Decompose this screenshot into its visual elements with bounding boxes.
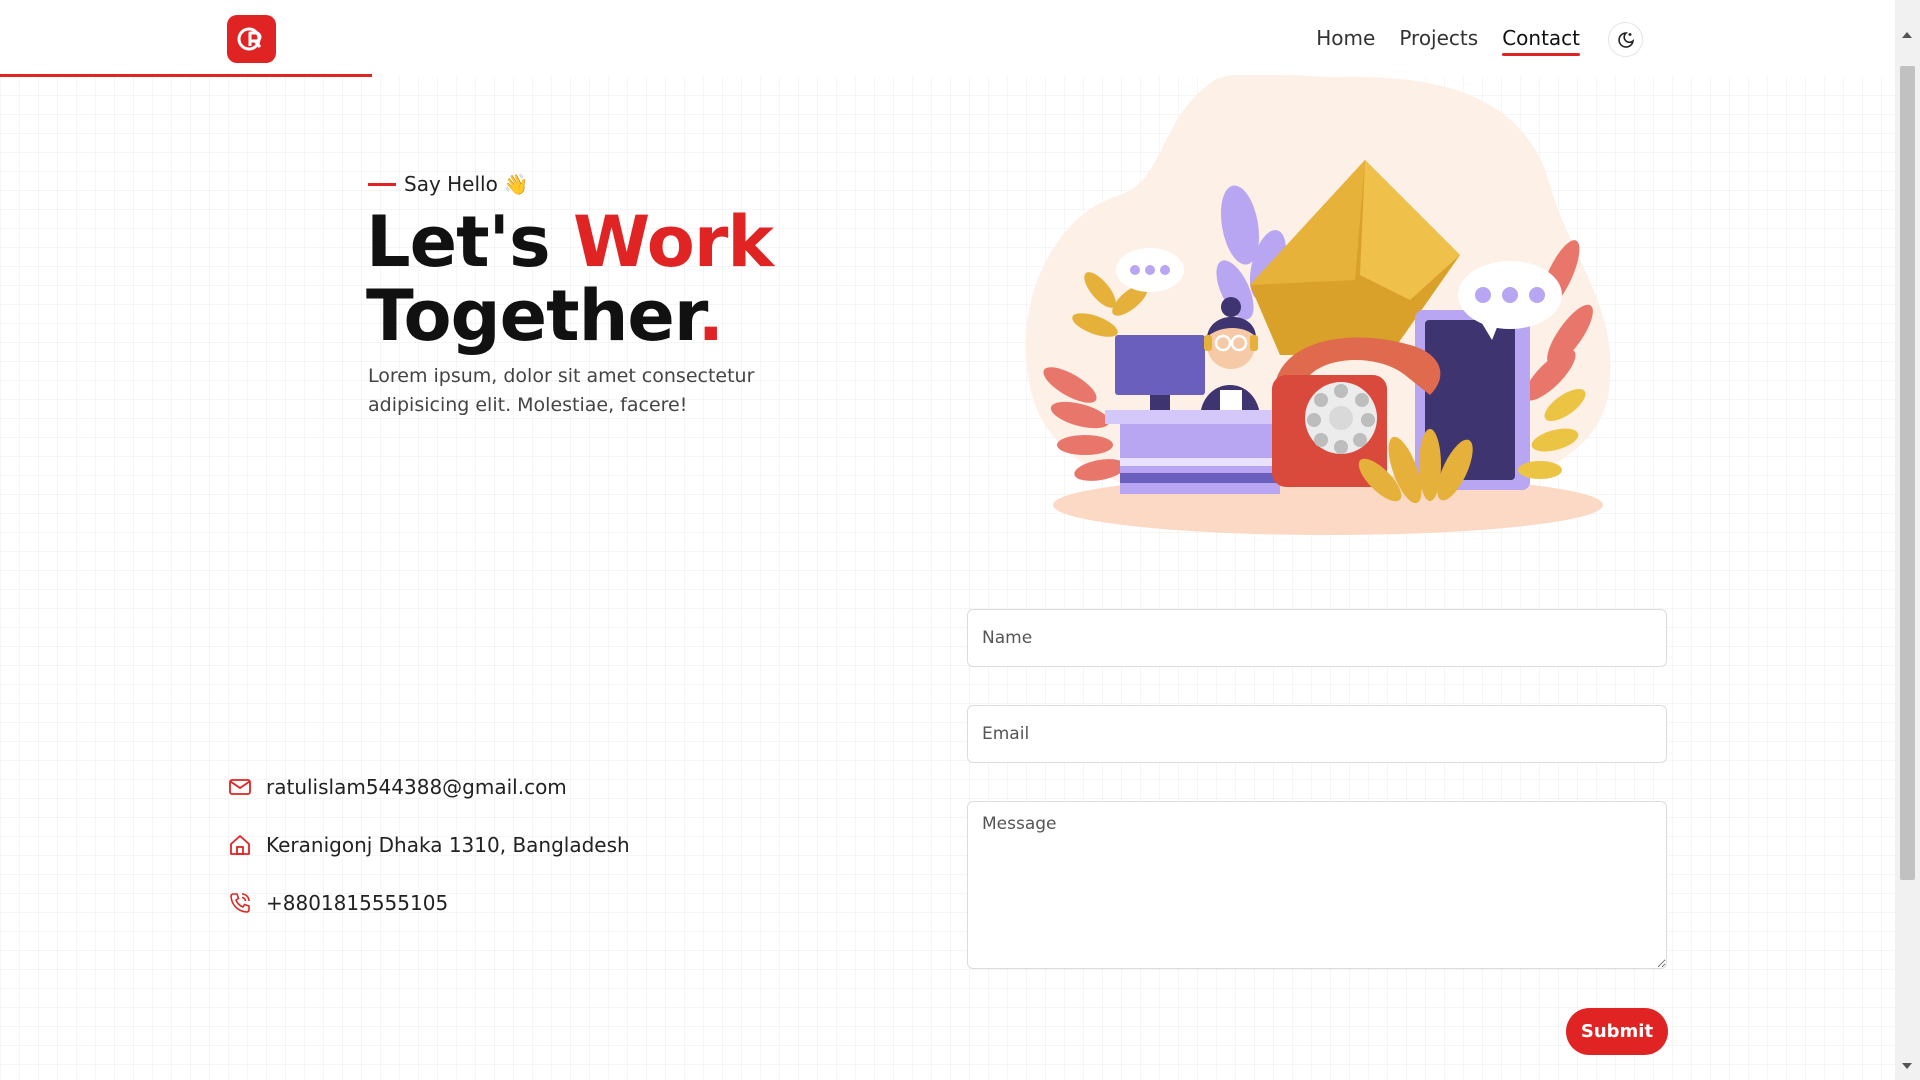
contact-address-item: Keranigonj Dhaka 1310, Bangladesh <box>228 816 630 874</box>
header-accent-line <box>0 74 372 77</box>
page-scrollbar[interactable] <box>1895 0 1920 1080</box>
eyebrow-dash <box>368 182 396 186</box>
nav-projects-link[interactable]: Projects <box>1399 26 1478 54</box>
email-input[interactable] <box>967 705 1667 763</box>
contact-illustration <box>1025 75 1611 535</box>
mail-icon <box>229 779 251 795</box>
contact-phone-item[interactable]: +8801815555105 <box>228 874 630 932</box>
hero-description: Lorem ipsum, dolor sit amet consectetur … <box>368 365 755 416</box>
contact-email-item[interactable]: ratulislam544388@gmail.com <box>228 758 630 816</box>
name-input[interactable] <box>967 609 1667 667</box>
title-part1: Let's <box>366 201 574 283</box>
contact-address-text: Keranigonj Dhaka 1310, Bangladesh <box>266 833 630 857</box>
title-line2: Together <box>366 275 698 357</box>
home-icon <box>230 835 250 855</box>
moon-sun-icon <box>1617 31 1634 48</box>
phone-call-icon <box>230 893 250 913</box>
page-title: Let's Work Together. <box>366 205 774 353</box>
waving-hand-icon: 👋 <box>503 172 529 196</box>
theme-toggle-button[interactable] <box>1608 22 1643 57</box>
site-header: Home Projects Contact <box>0 0 1895 77</box>
nav-contact-link[interactable]: Contact <box>1502 26 1580 56</box>
say-hello-eyebrow: Say Hello 👋 <box>368 172 529 196</box>
title-dot: . <box>697 275 724 357</box>
scroll-thumb[interactable] <box>1900 66 1915 880</box>
eyebrow-text: Say Hello <box>404 172 498 196</box>
message-textarea[interactable] <box>967 801 1667 969</box>
main-nav: Home Projects Contact <box>1316 22 1643 57</box>
contact-phone-text: +8801815555105 <box>266 891 449 915</box>
contact-info-list: ratulislam544388@gmail.com Keranigonj Dh… <box>228 758 630 932</box>
logo-button[interactable] <box>227 15 276 63</box>
title-highlight: Work <box>573 201 774 283</box>
scroll-up-arrow-icon[interactable] <box>1902 32 1912 38</box>
scroll-down-arrow-icon[interactable] <box>1902 1063 1912 1069</box>
submit-button[interactable]: Submit <box>1566 1008 1668 1055</box>
contact-email-text: ratulislam544388@gmail.com <box>266 775 567 799</box>
nav-home-link[interactable]: Home <box>1316 26 1375 54</box>
r-logo-icon <box>237 27 261 51</box>
